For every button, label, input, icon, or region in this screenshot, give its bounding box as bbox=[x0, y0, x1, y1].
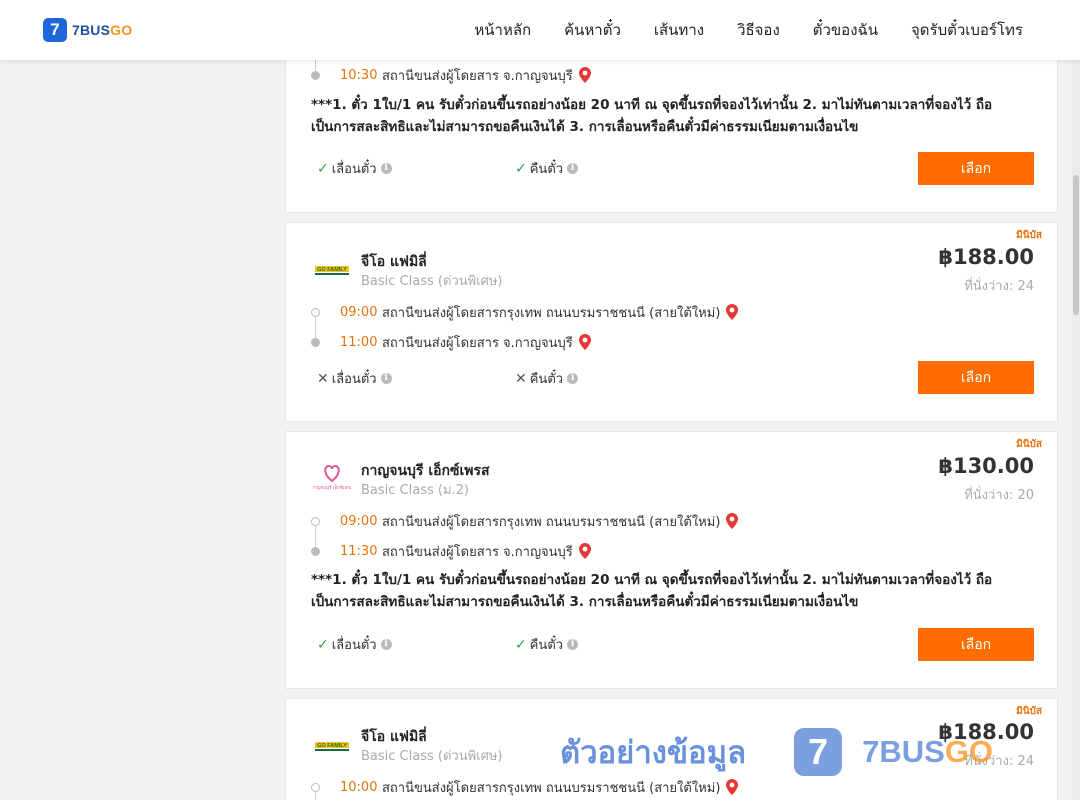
scrollbar-thumb[interactable] bbox=[1073, 175, 1079, 315]
page-scrollbar[interactable] bbox=[1072, 60, 1080, 800]
departure-dot bbox=[311, 307, 320, 317]
reschedule-label: เลื่อนตั๋ว bbox=[331, 162, 377, 177]
nav-search-ticket[interactable]: ค้นหาตั๋ว bbox=[564, 18, 621, 42]
arrival-place: สถานีขนส่งผู้โดยสาร จ.กาญจนบุรี bbox=[382, 335, 573, 351]
refund-policy: ✕ คืนตั๋ว i bbox=[515, 368, 579, 389]
ticket-note: ***1. ตั๋ว 1ใบ/1 คน รับตั๋วก่อนขึ้นรถอย่… bbox=[311, 97, 993, 135]
trip-card: มินิบัส GO FAMILY จีโอ แฟมิลี่ Basic Cla… bbox=[285, 222, 1058, 422]
trip-card: 10:30 สถานีขนส่งผู้โดยสาร จ.กาญจนบุรี **… bbox=[285, 36, 1058, 213]
map-pin-icon[interactable] bbox=[578, 67, 591, 83]
departure-dot bbox=[311, 782, 320, 792]
select-button[interactable]: เลือก bbox=[918, 152, 1034, 185]
bus-class: Basic Class (ม.2) bbox=[361, 483, 469, 498]
arrival-stop: 10:30 สถานีขนส่งผู้โดยสาร จ.กาญจนบุรี bbox=[311, 65, 591, 85]
nav-home[interactable]: หน้าหลัก bbox=[474, 18, 531, 42]
arrival-place: สถานีขนส่งผู้โดยสาร จ.กาญจนบุรี bbox=[382, 68, 573, 84]
bus-class: Basic Class (ด่วนพิเศษ) bbox=[361, 274, 503, 289]
operator-logo: กาญจนบุรี เอ็กซ์เพรส bbox=[313, 459, 351, 497]
check-icon: ✓ bbox=[317, 160, 329, 177]
refund-label: คืนตั๋ว bbox=[529, 372, 564, 387]
info-icon[interactable]: i bbox=[567, 639, 579, 650]
ticket-price: ฿130.00 bbox=[938, 454, 1034, 478]
reschedule-label: เลื่อนตั๋ว bbox=[331, 372, 377, 387]
logo-badge: 7 bbox=[43, 18, 67, 42]
reschedule-policy: ✓ เลื่อนตั๋ว i bbox=[317, 158, 392, 179]
cross-icon: ✕ bbox=[317, 370, 329, 387]
map-pin-icon[interactable] bbox=[578, 334, 591, 350]
bus-type-tag: มินิบัส bbox=[1016, 439, 1042, 450]
bus-class: Basic Class (ด่วนพิเศษ) bbox=[361, 749, 503, 764]
go-family-logo-text: GO FAMILY bbox=[317, 743, 347, 749]
kanchanaburi-express-logo: กาญจนบุรี เอ็กซ์เพรส bbox=[313, 464, 351, 491]
kanchanaburi-express-logo-text: กาญจนบุรี เอ็กซ์เพรส bbox=[313, 483, 351, 491]
arrival-time: 11:00 bbox=[340, 334, 378, 350]
arrival-dot bbox=[311, 337, 320, 347]
nav-routes[interactable]: เส้นทาง bbox=[654, 18, 704, 42]
ticket-note: ***1. ตั๋ว 1ใบ/1 คน รับตั๋วก่อนขึ้นรถอย่… bbox=[311, 572, 993, 610]
departure-time: 09:00 bbox=[340, 304, 378, 320]
seats-available: ที่นั่งว่าง: 20 bbox=[964, 488, 1034, 503]
arrival-dot bbox=[311, 546, 320, 556]
reschedule-policy: ✕ เลื่อนตั๋ว i bbox=[317, 368, 392, 389]
go-family-logo: GO FAMILY bbox=[313, 251, 351, 289]
info-icon[interactable]: i bbox=[567, 163, 579, 174]
refund-label: คืนตั๋ว bbox=[529, 162, 564, 177]
reschedule-label: เลื่อนตั๋ว bbox=[331, 638, 377, 653]
departure-stop: 09:00 สถานีขนส่งผู้โดยสารกรุงเทพ ถนนบรมร… bbox=[311, 302, 739, 322]
select-button[interactable]: เลือก bbox=[918, 361, 1034, 394]
departure-stop: 10:00 สถานีขนส่งผู้โดยสารกรุงเทพ ถนนบรมร… bbox=[311, 777, 739, 797]
departure-stop: 09:00 สถานีขนส่งผู้โดยสารกรุงเทพ ถนนบรมร… bbox=[311, 511, 739, 531]
check-icon: ✓ bbox=[317, 636, 329, 653]
ticket-price: ฿188.00 bbox=[938, 245, 1034, 269]
operator-logo: GO FAMILY bbox=[313, 251, 351, 289]
map-pin-icon[interactable] bbox=[726, 513, 739, 529]
logo-text-main: 7BUS bbox=[72, 22, 111, 38]
map-pin-icon[interactable] bbox=[726, 304, 739, 320]
main-nav: หน้าหลัก ค้นหาตั๋ว เส้นทาง วิธีจอง ตั๋วข… bbox=[441, 0, 1023, 60]
info-icon[interactable]: i bbox=[380, 639, 392, 650]
seats-available: ที่นั่งว่าง: 24 bbox=[964, 279, 1034, 294]
check-icon: ✓ bbox=[515, 636, 527, 653]
info-icon[interactable]: i bbox=[567, 373, 579, 384]
ticket-price: ฿188.00 bbox=[938, 720, 1034, 744]
departure-place: สถานีขนส่งผู้โดยสารกรุงเทพ ถนนบรมราชชนนี… bbox=[382, 780, 721, 796]
check-icon: ✓ bbox=[515, 160, 527, 177]
map-pin-icon[interactable] bbox=[578, 543, 591, 559]
refund-label: คืนตั๋ว bbox=[529, 638, 564, 653]
go-family-logo: GO FAMILY bbox=[313, 727, 351, 765]
arrival-stop: 11:30 สถานีขนส่งผู้โดยสาร จ.กาญจนบุรี bbox=[311, 541, 591, 561]
arrival-stop: 11:00 สถานีขนส่งผู้โดยสาร จ.กาญจนบุรี bbox=[311, 332, 591, 352]
arrival-dot bbox=[311, 70, 320, 80]
info-icon[interactable]: i bbox=[380, 163, 392, 174]
cross-icon: ✕ bbox=[515, 370, 527, 387]
select-button[interactable]: เลือก bbox=[918, 628, 1034, 661]
trip-card: มินิบัส GO FAMILY จีโอ แฟมิลี่ Basic Cla… bbox=[285, 698, 1058, 800]
bus-type-tag: มินิบัส bbox=[1016, 230, 1042, 241]
seats-available: ที่นั่งว่าง: 24 bbox=[964, 754, 1034, 769]
reschedule-policy: ✓ เลื่อนตั๋ว i bbox=[317, 634, 392, 655]
map-pin-icon[interactable] bbox=[726, 779, 739, 795]
arrival-time: 10:30 bbox=[340, 67, 378, 83]
arrival-place: สถานีขนส่งผู้โดยสาร จ.กาญจนบุรี bbox=[382, 544, 573, 560]
arrival-time: 11:30 bbox=[340, 543, 378, 559]
info-icon[interactable]: i bbox=[380, 373, 392, 384]
logo-text: 7BUSGO bbox=[72, 22, 132, 38]
departure-dot bbox=[311, 516, 320, 526]
operator-logo: GO FAMILY bbox=[313, 727, 351, 765]
refund-policy: ✓ คืนตั๋ว i bbox=[515, 158, 579, 179]
site-logo[interactable]: 7 7BUSGO bbox=[43, 18, 132, 42]
trip-card: มินิบัส กาญจนบุรี เอ็กซ์เพรส กาญจนบุรี เ… bbox=[285, 431, 1058, 689]
logo-text-go: GO bbox=[110, 22, 133, 38]
go-family-logo-text: GO FAMILY bbox=[317, 267, 347, 273]
departure-place: สถานีขนส่งผู้โดยสารกรุงเทพ ถนนบรมราชชนนี… bbox=[382, 514, 721, 530]
nav-ticket-pickup-phone[interactable]: จุดรับตั๋วเบอร์โทร bbox=[911, 18, 1023, 42]
nav-my-tickets[interactable]: ตั๋วของฉัน bbox=[813, 18, 878, 42]
departure-place: สถานีขนส่งผู้โดยสารกรุงเทพ ถนนบรมราชชนนี… bbox=[382, 305, 721, 321]
bus-type-tag: มินิบัส bbox=[1016, 706, 1042, 717]
departure-time: 09:00 bbox=[340, 513, 378, 529]
refund-policy: ✓ คืนตั๋ว i bbox=[515, 634, 579, 655]
departure-time: 10:00 bbox=[340, 779, 378, 795]
top-header: 7 7BUSGO หน้าหลัก ค้นหาตั๋ว เส้นทาง วิธี… bbox=[0, 0, 1080, 60]
nav-how-to-book[interactable]: วิธีจอง bbox=[737, 18, 780, 42]
